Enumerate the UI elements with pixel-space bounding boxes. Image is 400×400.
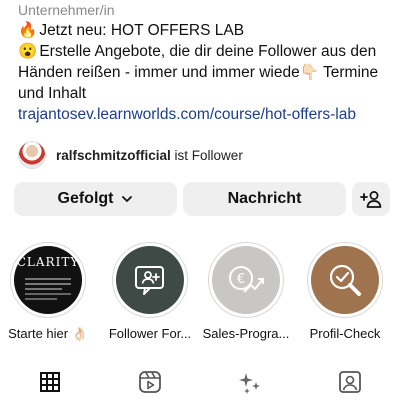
chevron-down-icon: [121, 196, 132, 202]
following-button[interactable]: Gefolgt: [14, 182, 177, 216]
suggested-accounts-button[interactable]: [352, 182, 390, 216]
bio-line-2-text: Erstelle Angebote, die dir deine Followe…: [18, 43, 379, 102]
clarity-cover-title: CLARITY: [16, 255, 80, 269]
highlight-label: Profil-Check: [309, 326, 381, 341]
fire-emoji-icon: 🔥: [18, 22, 38, 39]
bio-link[interactable]: trajantosev.learnworlds.com/course/hot-o…: [18, 104, 388, 126]
message-button[interactable]: Nachricht: [183, 182, 346, 216]
follower-username[interactable]: ralfschmitzofficial: [56, 148, 171, 163]
follower-avatar: [18, 141, 46, 169]
message-button-label: Nachricht: [227, 190, 302, 207]
tab-posts[interactable]: [30, 371, 70, 393]
surprised-emoji-icon: 😮: [18, 43, 38, 60]
add-person-icon: [360, 191, 382, 208]
profile-bio: Unternehmer/in 🔥 Jetzt neu: HOT OFFERS L…: [18, 0, 388, 126]
bio-line-1: 🔥 Jetzt neu: HOT OFFERS LAB: [18, 20, 388, 41]
bio-line-1-text: Jetzt neu: HOT OFFERS LAB: [39, 22, 245, 39]
profile-actions: Gefolgt Nachricht: [14, 182, 390, 216]
magnifier-check-icon: [329, 264, 361, 296]
highlight-cover: €: [212, 246, 280, 314]
profile-category: Unternehmer/in: [18, 2, 115, 18]
followed-by-text: ralfschmitzofficial ist Follower: [56, 148, 243, 163]
highlight-label: Sales-Progra...: [202, 326, 290, 341]
following-button-label: Gefolgt: [57, 190, 114, 207]
followed-by-row[interactable]: ralfschmitzofficial ist Follower: [18, 140, 243, 170]
bio-line-2: 😮 Erstelle Angebote, die dir deine Follo…: [18, 41, 388, 104]
highlight-cover: [116, 246, 184, 314]
highlight-label: Follower For...: [108, 326, 192, 341]
highlight-cover-clarity: CLARITY: [14, 246, 82, 314]
reels-icon: [139, 371, 161, 393]
svg-text:€: €: [237, 272, 245, 287]
highlight-profil-check[interactable]: Profil-Check: [299, 242, 391, 341]
grid-icon: [40, 372, 60, 392]
profile-tabs: [0, 364, 400, 400]
highlight-cover: [311, 246, 379, 314]
highlight-sales-programm[interactable]: € Sales-Progra...: [200, 242, 292, 341]
tab-reels[interactable]: [130, 370, 170, 394]
add-user-chat-icon: [135, 266, 164, 295]
highlight-follower-formel[interactable]: Follower For...: [104, 242, 196, 341]
story-highlights: CLARITY Starte hier 👌🏻 Follower For... €…: [0, 242, 400, 342]
sparkles-icon: [239, 373, 260, 394]
tagged-icon: [339, 371, 361, 393]
highlight-starte-hier[interactable]: CLARITY Starte hier 👌🏻: [2, 242, 94, 342]
highlight-label: Starte hier 👌🏻: [8, 326, 88, 341]
tab-tagged[interactable]: [330, 370, 370, 394]
followed-by-suffix: ist Follower: [174, 147, 243, 163]
euro-growth-icon: €: [229, 266, 264, 293]
tab-sparkles[interactable]: [230, 369, 270, 395]
